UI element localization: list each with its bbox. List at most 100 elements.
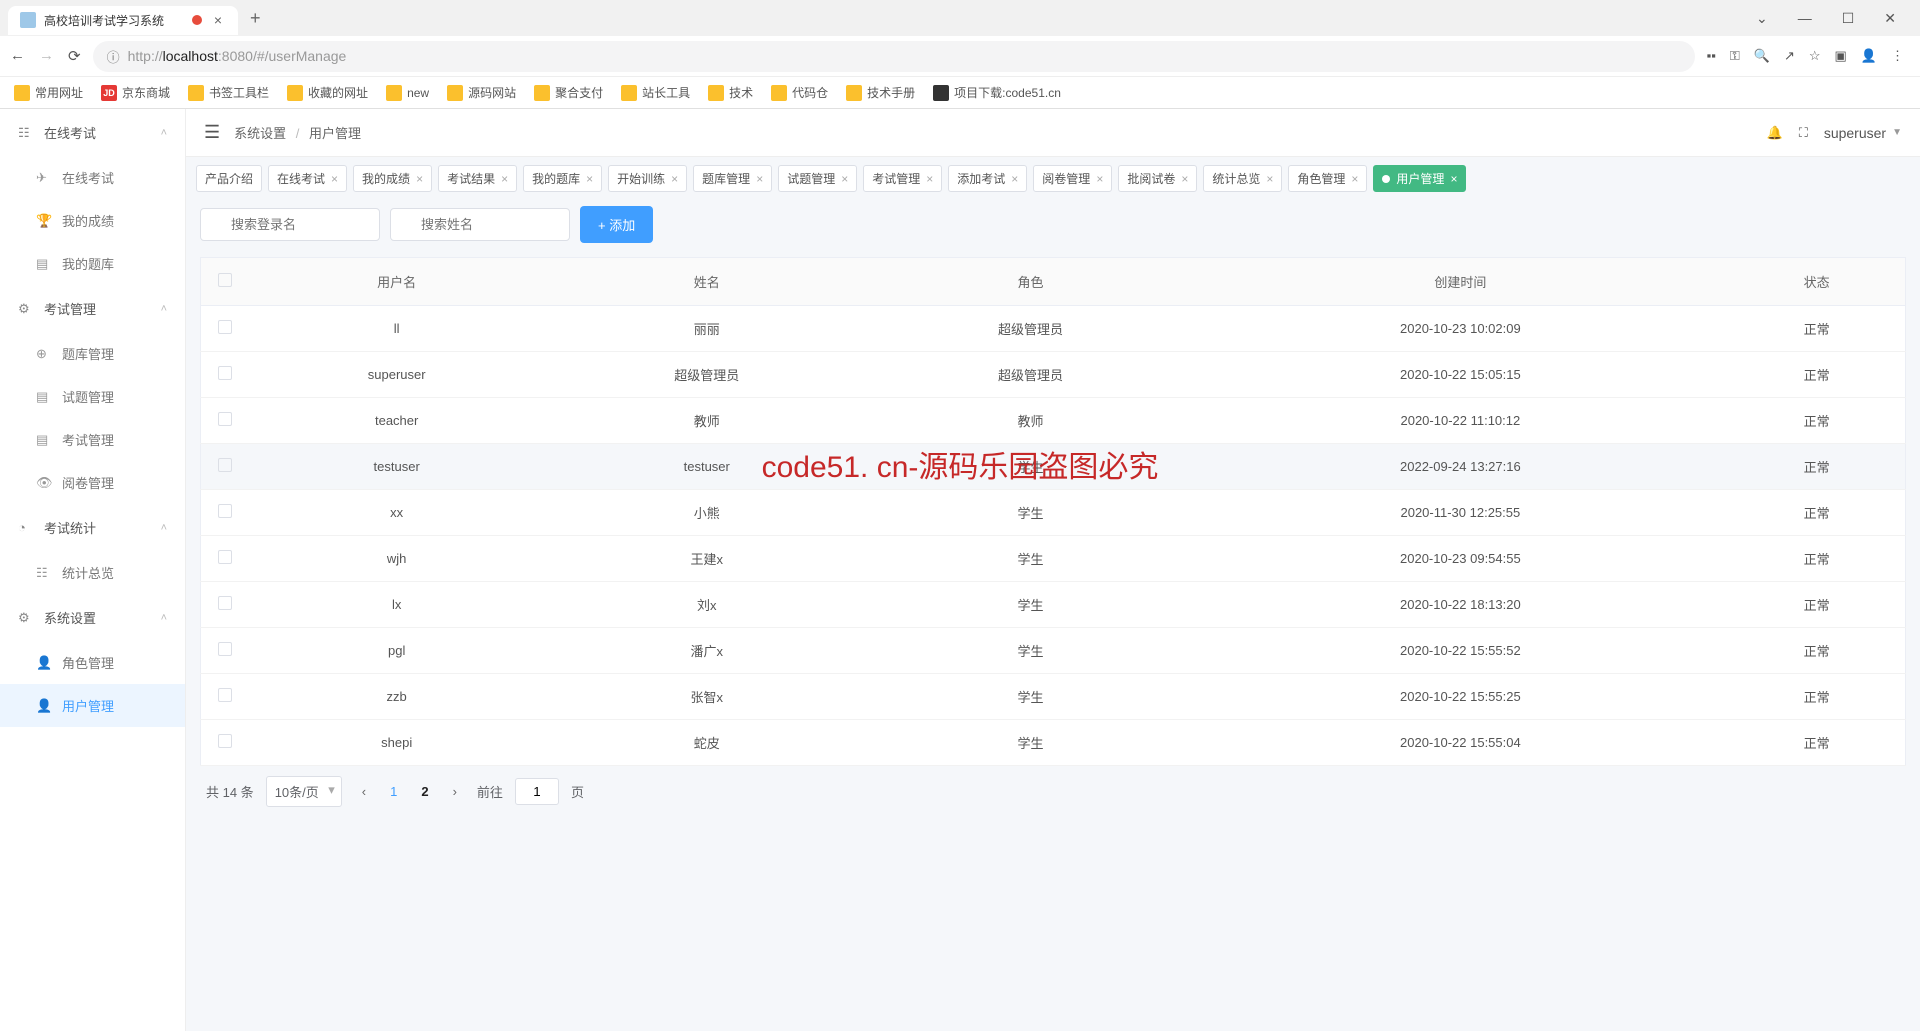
bookmark-item[interactable]: 聚合支付	[534, 84, 603, 101]
reload-button[interactable]: ⟳	[68, 47, 81, 65]
browser-tab[interactable]: 高校培训考试学习系统 ×	[8, 6, 238, 35]
forward-button[interactable]: →	[39, 47, 54, 65]
view-tab-active[interactable]: 用户管理×	[1373, 165, 1466, 192]
sidebar-group-head[interactable]: ⚙考试管理˄	[0, 285, 185, 332]
row-checkbox[interactable]	[218, 550, 232, 564]
table-row[interactable]: pgl 潘广x 学生 2020-10-22 15:55:52 正常	[201, 628, 1906, 674]
row-checkbox[interactable]	[218, 458, 232, 472]
view-tab[interactable]: 角色管理×	[1288, 165, 1367, 192]
search-name-input[interactable]	[390, 208, 570, 241]
checkbox-all[interactable]	[218, 273, 232, 287]
key-icon[interactable]: ⚿	[1730, 48, 1740, 64]
dropdown-icon[interactable]: ⌄	[1748, 6, 1776, 31]
menu-icon[interactable]: ⋮	[1891, 48, 1904, 64]
tab-close-icon[interactable]: ×	[1450, 172, 1457, 186]
minimize-button[interactable]: —	[1790, 6, 1820, 31]
bookmark-item[interactable]: 站长工具	[621, 84, 690, 101]
page-number[interactable]: 2	[413, 780, 436, 803]
panel-icon[interactable]: ▣	[1835, 48, 1847, 64]
crumb-parent[interactable]: 系统设置	[234, 126, 286, 141]
back-button[interactable]: ←	[10, 47, 25, 65]
tab-close-icon[interactable]: ×	[841, 172, 848, 186]
table-row[interactable]: superuser 超级管理员 超级管理员 2020-10-22 15:05:1…	[201, 352, 1906, 398]
tab-close-icon[interactable]: ×	[1011, 172, 1018, 186]
row-checkbox[interactable]	[218, 734, 232, 748]
search-loginname-input[interactable]	[200, 208, 380, 241]
tab-close-icon[interactable]: ×	[756, 172, 763, 186]
site-info-icon[interactable]: ⓘ	[107, 47, 120, 66]
view-tab[interactable]: 在线考试×	[268, 165, 347, 192]
sidebar-group-head[interactable]: ☷在线考试˄	[0, 109, 185, 156]
bookmark-item[interactable]: new	[386, 85, 429, 101]
url-field[interactable]: ⓘ http://localhost:8080/#/userManage	[93, 41, 1695, 72]
view-tab[interactable]: 阅卷管理×	[1033, 165, 1112, 192]
row-checkbox[interactable]	[218, 320, 232, 334]
bookmark-item[interactable]: 项目下载:code51.cn	[933, 84, 1061, 101]
table-row[interactable]: teacher 教师 教师 2020-10-22 11:10:12 正常	[201, 398, 1906, 444]
table-row[interactable]: testuser testuser 学生 2022-09-24 13:27:16…	[201, 444, 1906, 490]
sidebar-item[interactable]: ▤考试管理	[0, 418, 185, 461]
view-tab[interactable]: 产品介绍	[196, 165, 262, 192]
view-tab[interactable]: 开始训练×	[608, 165, 687, 192]
row-checkbox[interactable]	[218, 596, 232, 610]
bookmark-item[interactable]: 常用网址	[14, 84, 83, 101]
profile-icon[interactable]: 👤	[1861, 48, 1877, 64]
tab-close-icon[interactable]: ×	[1266, 172, 1273, 186]
table-row[interactable]: shepi 蛇皮 学生 2020-10-22 15:55:04 正常	[201, 720, 1906, 766]
sidebar-group-head[interactable]: ◔考试统计˄	[0, 504, 185, 551]
tab-close-icon[interactable]: ×	[586, 172, 593, 186]
page-size-select[interactable]: 10条/页	[266, 776, 342, 807]
sidebar-item[interactable]: 👁阅卷管理	[0, 461, 185, 504]
row-checkbox[interactable]	[218, 412, 232, 426]
hamburger-icon[interactable]: ☰	[204, 122, 220, 143]
row-checkbox[interactable]	[218, 642, 232, 656]
sidebar-item[interactable]: ✈在线考试	[0, 156, 185, 199]
next-page[interactable]: ›	[445, 780, 465, 803]
page-number[interactable]: 1	[382, 780, 405, 803]
bookmark-item[interactable]: JD京东商城	[101, 84, 170, 101]
view-tab[interactable]: 考试管理×	[863, 165, 942, 192]
sidebar-item[interactable]: ▤试题管理	[0, 375, 185, 418]
share-icon[interactable]: ↗	[1784, 48, 1795, 64]
prev-page[interactable]: ‹	[354, 780, 374, 803]
sidebar-item[interactable]: 👤用户管理	[0, 684, 185, 727]
sidebar-item[interactable]: ⊕题库管理	[0, 332, 185, 375]
bookmark-item[interactable]: 技术	[708, 84, 753, 101]
bell-icon[interactable]: 🔔	[1767, 125, 1783, 141]
table-row[interactable]: ll 丽丽 超级管理员 2020-10-23 10:02:09 正常	[201, 306, 1906, 352]
row-checkbox[interactable]	[218, 688, 232, 702]
view-tab[interactable]: 题库管理×	[693, 165, 772, 192]
bookmark-item[interactable]: 收藏的网址	[287, 84, 368, 101]
goto-input[interactable]	[515, 778, 559, 805]
tab-close-icon[interactable]: ×	[331, 172, 338, 186]
view-tab[interactable]: 试题管理×	[778, 165, 857, 192]
row-checkbox[interactable]	[218, 366, 232, 380]
user-menu[interactable]: superuser ▼	[1824, 125, 1902, 141]
sidebar-item[interactable]: ▤我的题库	[0, 242, 185, 285]
sidebar-item[interactable]: 🏆我的成绩	[0, 199, 185, 242]
row-checkbox[interactable]	[218, 504, 232, 518]
view-tab[interactable]: 添加考试×	[948, 165, 1027, 192]
maximize-button[interactable]: ☐	[1834, 6, 1863, 31]
bookmark-item[interactable]: 代码仓	[771, 84, 828, 101]
sidebar-item[interactable]: 👤角色管理	[0, 641, 185, 684]
bookmark-item[interactable]: 技术手册	[846, 84, 915, 101]
view-tab[interactable]: 批阅试卷×	[1118, 165, 1197, 192]
tab-close-button[interactable]: ×	[210, 12, 226, 28]
view-tab[interactable]: 统计总览×	[1203, 165, 1282, 192]
video-icon[interactable]: ▪▪	[1707, 48, 1716, 64]
add-button[interactable]: + 添加	[580, 206, 653, 243]
new-tab-button[interactable]: +	[238, 8, 273, 29]
view-tab[interactable]: 考试结果×	[438, 165, 517, 192]
view-tab[interactable]: 我的题库×	[523, 165, 602, 192]
tab-close-icon[interactable]: ×	[416, 172, 423, 186]
sidebar-group-head[interactable]: ⚙系统设置˄	[0, 594, 185, 641]
tab-close-icon[interactable]: ×	[926, 172, 933, 186]
tab-close-icon[interactable]: ×	[1351, 172, 1358, 186]
fullscreen-icon[interactable]: ⛶	[1799, 125, 1808, 141]
table-row[interactable]: wjh 王建x 学生 2020-10-23 09:54:55 正常	[201, 536, 1906, 582]
close-window-button[interactable]: ✕	[1876, 6, 1904, 31]
tab-close-icon[interactable]: ×	[671, 172, 678, 186]
tab-close-icon[interactable]: ×	[1096, 172, 1103, 186]
search-icon[interactable]: 🔍	[1754, 48, 1770, 64]
